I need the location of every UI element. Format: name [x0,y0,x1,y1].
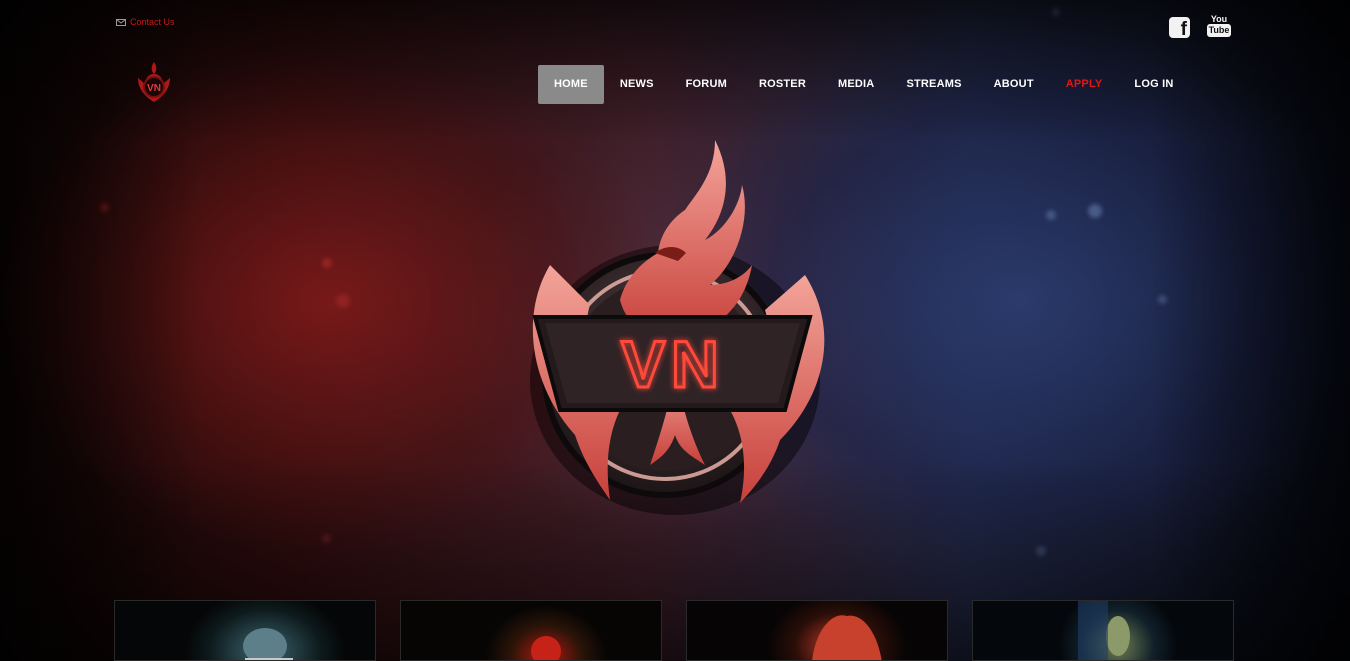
nav-login[interactable]: LOG IN [1118,65,1189,104]
bokeh-dot [1052,8,1060,16]
featured-card[interactable] [686,600,948,661]
bokeh-dot [336,294,350,308]
contact-us-link[interactable]: Contact Us [116,17,175,27]
bokeh-dot [100,203,109,212]
bokeh-dot [1046,210,1056,220]
nav-home[interactable]: HOME [538,65,604,104]
site-logo[interactable]: VN [132,60,176,106]
card-thumbnail [531,636,561,660]
svg-text:VN: VN [621,327,725,401]
featured-card[interactable] [972,600,1234,661]
featured-cards [114,600,1234,661]
featured-card[interactable] [114,600,376,661]
facebook-icon[interactable]: f [1169,16,1190,39]
hero-vn-emblem: VN [490,135,860,520]
svg-text:VN: VN [147,83,161,94]
contact-us-label: Contact Us [130,17,175,27]
bokeh-dot [322,534,331,543]
bokeh-dot [1036,546,1046,556]
nav-streams[interactable]: STREAMS [890,65,977,104]
nav-roster[interactable]: ROSTER [743,65,822,104]
featured-card[interactable] [400,600,662,661]
card-thumbnail [243,628,293,660]
nav-news[interactable]: NEWS [604,65,670,104]
bokeh-dot [1158,295,1167,304]
bokeh-dot [322,258,332,268]
youtube-icon[interactable]: You Tube [1206,14,1232,40]
mail-icon [116,18,126,26]
card-thumbnail [812,615,882,660]
nav-forum[interactable]: FORUM [670,65,743,104]
card-thumbnail [1078,601,1130,660]
social-links: f You Tube [1169,14,1232,40]
main-nav: HOME NEWS FORUM ROSTER MEDIA STREAMS ABO… [538,65,1190,104]
nav-media[interactable]: MEDIA [822,65,890,104]
nav-apply[interactable]: APPLY [1050,65,1119,104]
nav-about[interactable]: ABOUT [978,65,1050,104]
bokeh-dot [1088,204,1102,218]
